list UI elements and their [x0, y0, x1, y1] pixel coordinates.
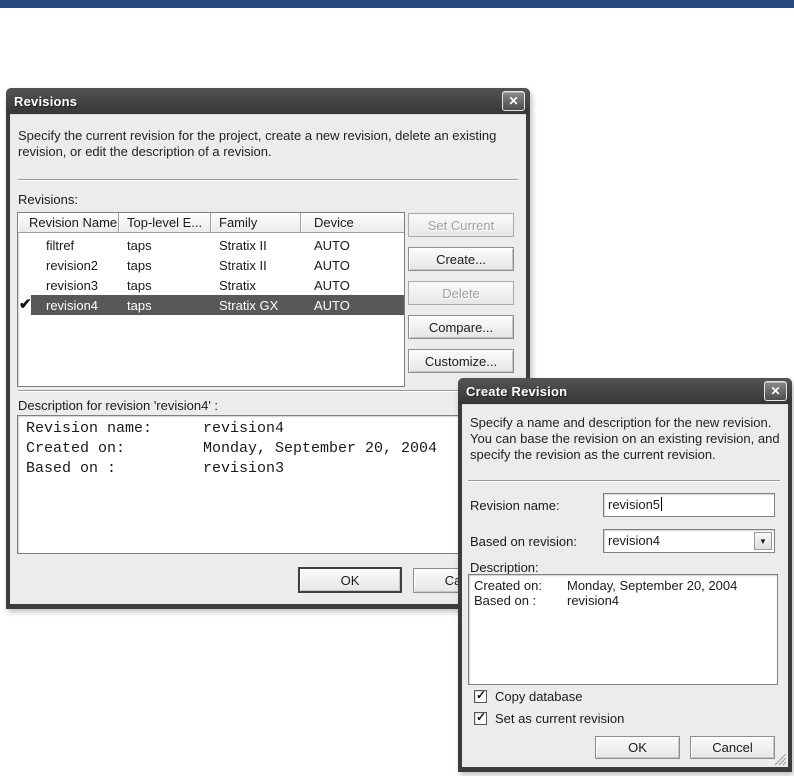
- chevron-down-icon[interactable]: ▼: [754, 532, 772, 550]
- cell-family: Stratix: [211, 278, 301, 293]
- set-current-checkbox-row[interactable]: ✓ Set as current revision: [474, 711, 624, 725]
- create-revision-intro-text: Specify a name and description for the n…: [470, 415, 782, 463]
- copy-database-label: Copy database: [495, 689, 582, 704]
- cell-entity: taps: [119, 238, 211, 253]
- checkbox-check-icon: ✓: [476, 710, 486, 724]
- revisions-list: Revision Name Top-level E... Family Devi…: [17, 212, 405, 387]
- description-line: Revision name:revision4: [26, 419, 513, 439]
- based-on-revision-label: Based on revision:: [470, 534, 577, 549]
- description-label: Description:: [470, 560, 539, 575]
- description-key: Based on :: [26, 459, 203, 479]
- delete-button[interactable]: Delete: [408, 281, 514, 305]
- cell-entity: taps: [119, 258, 211, 273]
- cell-revision-name: filtref: [18, 238, 119, 253]
- table-row-selected[interactable]: ✔ revision4 taps Stratix GX AUTO: [18, 295, 404, 315]
- table-row[interactable]: revision3 taps Stratix AUTO: [18, 275, 404, 295]
- description-value: revision4: [203, 420, 284, 437]
- description-line: Based on :revision4: [474, 593, 777, 608]
- revision-name-label: Revision name:: [470, 498, 560, 513]
- cell-entity: taps: [119, 278, 211, 293]
- separator: [18, 179, 518, 181]
- copy-database-checkbox[interactable]: ✓: [474, 690, 487, 703]
- column-header-family[interactable]: Family: [211, 213, 301, 233]
- column-header-device[interactable]: Device: [301, 213, 404, 233]
- cell-device: AUTO: [301, 258, 404, 273]
- revisions-dialog-body: Specify the current revision for the pro…: [10, 114, 526, 604]
- cell-family: Stratix II: [211, 258, 301, 273]
- column-header-top-level-entity[interactable]: Top-level E...: [119, 213, 211, 233]
- set-current-button[interactable]: Set Current: [408, 213, 514, 237]
- description-key: Created on:: [26, 439, 203, 459]
- checkbox-check-icon: ✓: [476, 688, 486, 702]
- revision-name-value: revision5: [608, 497, 660, 512]
- cell-device: AUTO: [301, 278, 404, 293]
- table-row[interactable]: filtref taps Stratix II AUTO: [18, 235, 404, 255]
- revisions-intro-text: Specify the current revision for the pro…: [18, 128, 520, 160]
- set-current-checkbox[interactable]: ✓: [474, 712, 487, 725]
- create-revision-dialog-body: Specify a name and description for the n…: [462, 404, 788, 767]
- create-button[interactable]: Create...: [408, 247, 514, 271]
- description-line: Based on :revision3: [26, 459, 513, 479]
- description-line: Created on:Monday, September 20, 2004: [474, 578, 777, 593]
- set-current-label: Set as current revision: [495, 711, 624, 726]
- close-icon[interactable]: ✕: [502, 91, 525, 111]
- description-key: Created on:: [474, 578, 567, 593]
- description-value: revision4: [567, 593, 619, 608]
- description-value: revision3: [203, 460, 284, 477]
- resize-grip-icon[interactable]: [774, 753, 787, 766]
- revisions-list-label: Revisions:: [18, 192, 78, 207]
- cancel-button[interactable]: Cancel: [690, 736, 775, 759]
- based-on-revision-select[interactable]: revision4 ▼: [603, 529, 775, 553]
- cell-entity: taps: [119, 298, 211, 313]
- cell-device: AUTO: [301, 298, 404, 313]
- description-line: Created on:Monday, September 20, 2004: [26, 439, 513, 459]
- description-key: Based on :: [474, 593, 567, 608]
- revisions-list-rows: filtref taps Stratix II AUTO revision2 t…: [18, 233, 404, 315]
- close-icon[interactable]: ✕: [764, 381, 787, 401]
- revisions-titlebar[interactable]: Revisions ✕: [6, 88, 530, 114]
- text-cursor: [661, 497, 662, 511]
- copy-database-checkbox-row[interactable]: ✓ Copy database: [474, 689, 582, 703]
- separator: [468, 480, 780, 482]
- separator: [18, 390, 518, 392]
- cell-revision-name: revision2: [18, 258, 119, 273]
- description-key: Revision name:: [26, 419, 203, 439]
- cell-revision-name: revision3: [18, 278, 119, 293]
- create-revision-dialog: Create Revision ✕ Specify a name and des…: [458, 378, 792, 772]
- column-header-revision-name[interactable]: Revision Name: [18, 213, 119, 233]
- create-revision-titlebar[interactable]: Create Revision ✕: [458, 378, 792, 404]
- based-on-revision-value: revision4: [608, 533, 660, 548]
- cell-device: AUTO: [301, 238, 404, 253]
- page-top-accent-bar: [0, 0, 794, 8]
- current-revision-check-icon: ✔: [19, 296, 32, 314]
- description-textarea[interactable]: Created on:Monday, September 20, 2004 Ba…: [468, 574, 778, 685]
- cell-family: Stratix II: [211, 238, 301, 253]
- cell-revision-name: revision4: [18, 298, 119, 313]
- description-value: Monday, September 20, 2004: [567, 578, 737, 593]
- revision-description-box[interactable]: Revision name:revision4 Created on:Monda…: [17, 415, 514, 554]
- ok-button[interactable]: OK: [595, 736, 680, 759]
- table-row[interactable]: revision2 taps Stratix II AUTO: [18, 255, 404, 275]
- revision-name-input[interactable]: revision5: [603, 493, 775, 517]
- compare-button[interactable]: Compare...: [408, 315, 514, 339]
- revisions-dialog-title: Revisions: [14, 94, 502, 109]
- ok-button[interactable]: OK: [298, 567, 402, 593]
- description-value: Monday, September 20, 2004: [203, 440, 437, 457]
- description-label: Description for revision 'revision4' :: [18, 398, 218, 413]
- create-revision-dialog-title: Create Revision: [466, 384, 764, 399]
- revisions-list-header: Revision Name Top-level E... Family Devi…: [18, 213, 404, 233]
- cell-family: Stratix GX: [211, 298, 301, 313]
- customize-button[interactable]: Customize...: [408, 349, 514, 373]
- revisions-dialog: Revisions ✕ Specify the current revision…: [6, 88, 530, 609]
